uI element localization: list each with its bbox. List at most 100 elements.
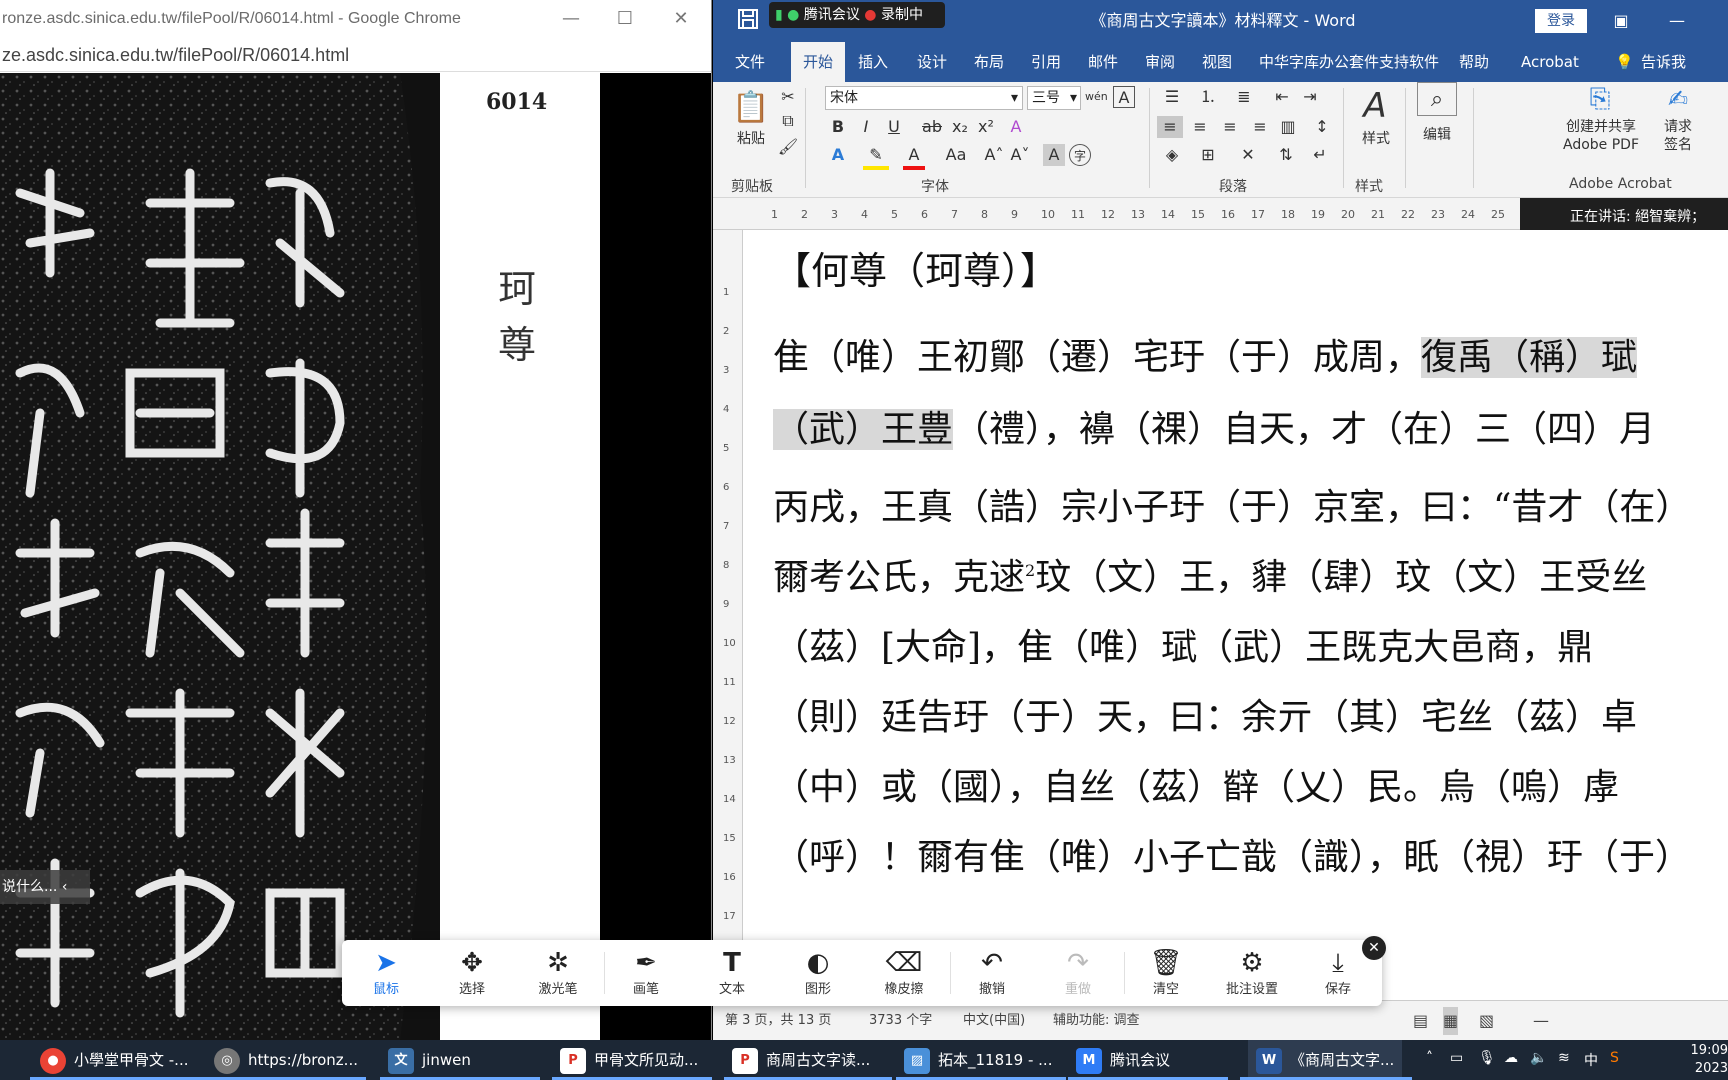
text-tool-button[interactable]: T 文本 [692, 940, 772, 1006]
show-marks-icon[interactable]: ↵ [1307, 144, 1333, 166]
minimize-button[interactable]: — [546, 0, 596, 38]
increase-indent-icon[interactable]: ⇥ [1297, 86, 1323, 108]
tab-help[interactable]: 帮助 [1459, 42, 1489, 82]
redo-button[interactable]: ↷ 重做 [1038, 940, 1118, 1006]
styles-button-label[interactable]: 样式 [1349, 130, 1403, 148]
paste-label[interactable]: 粘贴 [729, 130, 773, 148]
clear-format-icon[interactable]: A [1005, 116, 1027, 138]
footnote-ref[interactable]: 2 [1025, 561, 1035, 580]
underline-icon[interactable]: U [883, 116, 905, 138]
shrink-font-icon[interactable]: A˅ [1009, 144, 1031, 166]
multilevel-list-icon[interactable]: ≣ [1231, 86, 1257, 108]
font-color-icon[interactable]: A [903, 144, 925, 170]
print-layout-icon[interactable]: ▦ [1443, 1007, 1459, 1035]
tab-mailings[interactable]: 邮件 [1088, 42, 1118, 82]
cut-icon[interactable]: ✂ [777, 86, 799, 108]
minimize-button[interactable]: — [1653, 0, 1701, 42]
tab-insert[interactable]: 插入 [858, 42, 888, 82]
decrease-indent-icon[interactable]: ⇤ [1269, 86, 1295, 108]
edit-button-label[interactable]: 编辑 [1409, 126, 1465, 144]
tab-home[interactable]: 开始 [791, 42, 846, 82]
sogou-icon[interactable]: S [1610, 1050, 1619, 1066]
create-pdf-icon[interactable]: ⎘ [1585, 84, 1615, 114]
tab-acrobat[interactable]: Acrobat [1521, 42, 1579, 82]
tab-layout[interactable]: 布局 [974, 42, 1004, 82]
save-icon[interactable] [737, 8, 761, 34]
taskbar-item[interactable]: P 商周古文字读... [732, 1040, 870, 1080]
shape-tool-button[interactable]: ◐ 图形 [778, 940, 858, 1006]
paste-icon[interactable]: 📋 [731, 86, 771, 130]
char-border-icon[interactable]: A [1113, 86, 1135, 108]
taskbar-item-active[interactable]: W 《商周古文字... [1248, 1040, 1403, 1080]
accessibility-status[interactable]: 辅助功能: 调查 [1053, 1007, 1140, 1035]
undo-button[interactable]: ↶ 撤销 [952, 940, 1032, 1006]
cloud-icon[interactable]: ☁ [1504, 1050, 1518, 1066]
font-size-select[interactable]: 三号 ▾ [1027, 86, 1081, 110]
char-shading-icon[interactable]: A [1043, 144, 1065, 166]
tab-file[interactable]: 文件 [735, 42, 765, 82]
grow-font-icon[interactable]: A˄ [983, 144, 1005, 166]
taskbar-item[interactable]: 文 jinwen [388, 1040, 471, 1080]
maximize-button[interactable]: ☐ [600, 0, 650, 38]
taskbar-item[interactable]: P 甲骨文所见动... [560, 1040, 698, 1080]
italic-icon[interactable]: I [855, 116, 877, 138]
align-right-icon[interactable]: ≡ [1217, 116, 1243, 138]
phonetic-guide-icon[interactable]: wén [1085, 86, 1108, 108]
taskbar-item[interactable]: ▨ 拓本_11819 - ... [904, 1040, 1052, 1080]
text-effects-icon[interactable]: A [827, 144, 849, 166]
enclose-char-icon[interactable]: 字 [1069, 144, 1091, 166]
horizontal-ruler[interactable]: 1 2 3 4 5 6 7 8 9 10 11 12 13 14 15 16 17 18 19 20 21 22 23 24 2… [713, 198, 1520, 230]
battery-icon[interactable]: ▭ [1450, 1050, 1463, 1066]
ribbon-display-icon[interactable]: ▣ [1597, 0, 1645, 42]
eraser-tool-button[interactable]: ⌫ 橡皮擦 [864, 940, 944, 1006]
request-label[interactable]: 请求 [1653, 118, 1703, 136]
meeting-status-pill[interactable]: ▮ ● 腾讯会议 ● 录制中 [769, 2, 945, 28]
close-button[interactable]: ✕ [656, 0, 706, 38]
language-status[interactable]: 中文(中国) [963, 1007, 1025, 1035]
justify-icon[interactable]: ≡ [1247, 116, 1273, 138]
laser-tool-button[interactable]: ✲ 激光笔 [518, 940, 598, 1006]
taskbar-item[interactable]: ● 小學堂甲骨文 -... [40, 1040, 189, 1080]
close-icon[interactable]: ✕ [1362, 936, 1386, 960]
adobe-pdf-label[interactable]: Adobe PDF [1549, 136, 1653, 154]
login-button[interactable]: 登录 [1535, 9, 1587, 33]
word-count[interactable]: 3733 个字 [869, 1007, 932, 1035]
change-case-icon[interactable]: Aa [939, 144, 973, 166]
format-painter-icon[interactable]: 🖌 [777, 136, 799, 158]
pen-tool-button[interactable]: ✒ 画笔 [606, 940, 686, 1006]
vertical-ruler[interactable]: 1 2 3 4 5 6 7 8 9 10 11 12 13 14 15 16 17 [713, 230, 743, 1040]
create-share-label[interactable]: 创建并共享 [1549, 118, 1653, 136]
asian-layout-icon[interactable]: ✕ [1235, 144, 1261, 166]
address-bar[interactable]: ze.asdc.sinica.edu.tw/filePool/R/06014.h… [0, 38, 711, 72]
zoom-out-icon[interactable]: — [1533, 1007, 1549, 1035]
clock[interactable]: 19:09 2023 [1688, 1042, 1728, 1078]
tab-design[interactable]: 设计 [917, 42, 947, 82]
align-center-icon[interactable]: ≡ [1187, 116, 1213, 138]
tab-view[interactable]: 视图 [1202, 42, 1232, 82]
mic-icon[interactable]: 🎙 [1478, 1050, 1496, 1066]
superscript-icon[interactable]: x² [975, 116, 997, 138]
sort-icon[interactable]: ⇅ [1273, 144, 1299, 166]
select-tool-button[interactable]: ✥ 选择 [432, 940, 512, 1006]
volume-icon[interactable]: 🔈 [1530, 1050, 1547, 1066]
wifi-icon[interactable]: ≋ [1558, 1050, 1570, 1066]
annotation-settings-button[interactable]: ⚙ 批注设置 [1212, 940, 1292, 1006]
taskbar-item[interactable]: ◎ https://bronz... [214, 1040, 358, 1080]
borders-icon[interactable]: ⊞ [1195, 144, 1221, 166]
bold-icon[interactable]: B [827, 116, 849, 138]
tell-me-search[interactable]: 告诉我 [1641, 42, 1686, 82]
bullets-icon[interactable]: ☰ [1159, 86, 1185, 108]
strikethrough-icon[interactable]: ab [919, 116, 945, 138]
page-count[interactable]: 第 3 页，共 13 页 [725, 1007, 831, 1035]
highlight-icon[interactable]: ✎ [863, 144, 889, 170]
tab-zhonghua[interactable]: 中华字库办公套件支持软件 [1259, 42, 1439, 82]
shading-icon[interactable]: ◈ [1159, 144, 1185, 166]
mouse-tool-button[interactable]: ➤ 鼠标 [346, 940, 426, 1006]
styles-icon[interactable]: A [1355, 84, 1395, 128]
tab-references[interactable]: 引用 [1031, 42, 1061, 82]
distributed-icon[interactable]: ▥ [1275, 116, 1301, 138]
tab-review[interactable]: 审阅 [1145, 42, 1175, 82]
chevron-up-icon[interactable]: ˄ [1426, 1050, 1433, 1066]
document-page[interactable]: 【何尊（珂尊）】 隹（唯）王初鄮（遷）宅玗（于）成周，復禹（稱）珷 （武）王豊（… [743, 230, 1728, 990]
sign-label[interactable]: 签名 [1653, 136, 1703, 154]
